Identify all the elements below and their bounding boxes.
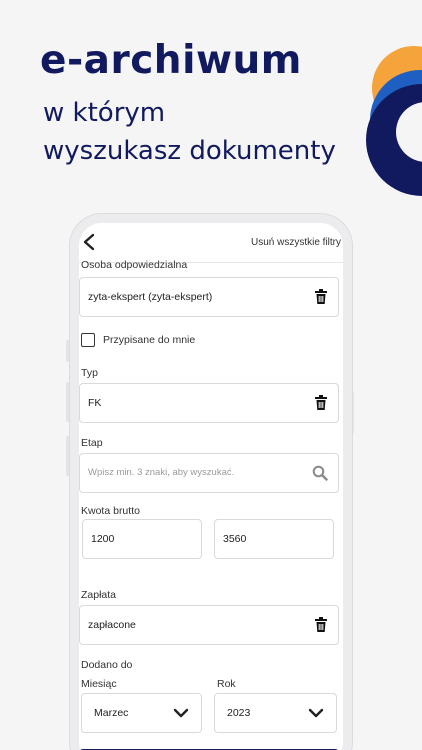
- gross-amount-label: Kwota brutto: [81, 505, 140, 517]
- assigned-to-me-label: Przypisane do mnie: [103, 334, 196, 346]
- person-value: zyta-ekspert (zyta-ekspert): [88, 291, 213, 303]
- search-icon[interactable]: [312, 465, 328, 481]
- headline: e-archiwum: [40, 38, 302, 83]
- trash-icon[interactable]: [314, 395, 328, 411]
- year-value: 2023: [227, 707, 251, 719]
- subheadline-line-2: wyszukasz dokumenty: [43, 136, 336, 166]
- chevron-down-icon: [173, 708, 189, 718]
- trash-icon[interactable]: [314, 289, 328, 305]
- gross-to-value: 3560: [223, 533, 247, 545]
- payment-field[interactable]: zapłacone: [79, 605, 339, 645]
- month-select[interactable]: Marzec: [81, 693, 202, 733]
- person-label: Osoba odpowiedzialna: [81, 259, 188, 271]
- type-label: Typ: [81, 367, 98, 379]
- stage-placeholder: Wpisz min. 3 znaki, aby wyszukać.: [88, 467, 235, 478]
- filter-screen: Usuń wszystkie filtry Osoba odpowiedzial…: [79, 223, 343, 750]
- chevron-down-icon: [308, 708, 324, 718]
- stage-label: Etap: [81, 437, 103, 449]
- clear-all-filters-link[interactable]: Usuń wszystkie filtry: [251, 237, 341, 248]
- stage-search-field[interactable]: Wpisz min. 3 znaki, aby wyszukać.: [79, 453, 339, 493]
- year-select[interactable]: 2023: [214, 693, 337, 733]
- month-value: Marzec: [94, 707, 129, 719]
- payment-value: zapłacone: [88, 619, 136, 631]
- type-field[interactable]: FK: [79, 383, 339, 423]
- trash-icon[interactable]: [314, 617, 328, 633]
- gross-to-input[interactable]: 3560: [214, 519, 334, 559]
- added-to-label: Dodano do: [81, 659, 133, 671]
- chevron-left-icon[interactable]: [81, 233, 97, 251]
- top-bar: Usuń wszystkie filtry: [79, 223, 343, 263]
- month-label: Miesiąc: [81, 678, 117, 690]
- phone-frame: Usuń wszystkie filtry Osoba odpowiedzial…: [70, 214, 352, 750]
- person-field[interactable]: zyta-ekspert (zyta-ekspert): [79, 277, 339, 317]
- assigned-to-me-checkbox[interactable]: [81, 333, 95, 347]
- type-value: FK: [88, 397, 102, 409]
- year-label: Rok: [217, 678, 236, 690]
- payment-label: Zapłata: [81, 589, 117, 601]
- subheadline-line-1: w którym: [43, 98, 166, 128]
- gross-from-value: 1200: [91, 533, 115, 545]
- decorative-logo-shape: [366, 46, 422, 196]
- gross-from-input[interactable]: 1200: [82, 519, 202, 559]
